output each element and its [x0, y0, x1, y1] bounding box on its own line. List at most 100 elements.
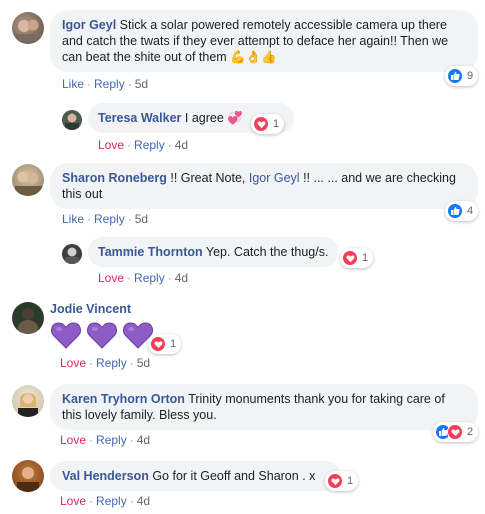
- timestamp[interactable]: 4d: [137, 433, 150, 447]
- comment-line: Igor Geyl Stick a solar powered remotely…: [62, 17, 466, 33]
- comment-bubble: Val Henderson Go for it Geoff and Sharon…: [50, 461, 341, 491]
- like-reaction-icon: [447, 203, 463, 219]
- timestamp[interactable]: 4d: [175, 138, 188, 152]
- separator: ·: [167, 271, 172, 285]
- comment-actions: Love · Reply · 4d: [60, 494, 150, 508]
- comment-text: Stick a solar powered remotely accessibl…: [119, 18, 447, 32]
- comment-actions: Love · Reply · 5d: [60, 356, 150, 370]
- avatar-val-henderson[interactable]: [12, 460, 44, 492]
- heart-reaction-icon: [253, 116, 269, 132]
- reactions-pill[interactable]: 9: [445, 66, 479, 86]
- reply-link[interactable]: Reply: [94, 212, 125, 226]
- comment-bubble: Tammie Thornton Yep. Catch the thug/s.: [88, 237, 339, 267]
- timestamp[interactable]: 5d: [137, 356, 150, 370]
- reactions-pill[interactable]: 1: [148, 334, 182, 354]
- emoji: 💞: [227, 111, 243, 125]
- love-link[interactable]: Love: [98, 271, 124, 285]
- avatar-teresa-walker[interactable]: [62, 110, 82, 130]
- purple-heart-icon: [86, 322, 118, 349]
- comment-actions: Like · Reply · 5d: [62, 77, 148, 91]
- separator: ·: [129, 494, 134, 508]
- avatar-image: [18, 308, 38, 334]
- heart-reaction-icon: [342, 250, 358, 266]
- separator: ·: [127, 138, 132, 152]
- separator: ·: [129, 433, 134, 447]
- heart-reaction-icon: [447, 424, 463, 440]
- like-link[interactable]: Like: [62, 77, 84, 91]
- author-name[interactable]: Karen Tryhorn Orton: [62, 392, 185, 406]
- reactions-pill[interactable]: 1: [251, 114, 285, 134]
- separator: ·: [89, 356, 94, 370]
- reactions-pill[interactable]: 1: [325, 471, 359, 491]
- reply-link[interactable]: Reply: [96, 433, 127, 447]
- love-link[interactable]: Love: [60, 494, 86, 508]
- comment-text: !! Great Note,: [170, 171, 249, 185]
- avatar-image: [65, 247, 79, 264]
- author-name[interactable]: Igor Geyl: [62, 18, 116, 32]
- separator: ·: [167, 138, 172, 152]
- avatar-sharon-roneberg[interactable]: [12, 164, 44, 196]
- reply-link[interactable]: Reply: [96, 356, 127, 370]
- sticker-purple-hearts: [50, 320, 154, 350]
- love-link[interactable]: Love: [60, 433, 86, 447]
- timestamp[interactable]: 5d: [135, 77, 148, 91]
- avatar-igor-geyl[interactable]: [12, 12, 44, 44]
- comment-line: can beat the shite out of them 💪👌👍: [62, 49, 466, 65]
- comment-line: Sharon Roneberg !! Great Note, Igor Geyl…: [62, 170, 466, 186]
- reaction-count: 2: [467, 426, 474, 438]
- reply-link[interactable]: Reply: [96, 494, 127, 508]
- avatar-karen-tryhorn-orton[interactable]: [12, 385, 44, 417]
- reaction-count: 4: [467, 205, 474, 217]
- reaction-count: 1: [170, 338, 177, 350]
- reply-link[interactable]: Reply: [94, 77, 125, 91]
- avatar-jodie-vincent[interactable]: [12, 302, 44, 334]
- author-name[interactable]: Teresa Walker: [98, 111, 181, 125]
- comment-text: and catch the twats if they ever attempt…: [62, 34, 449, 48]
- comment-text: I agree: [184, 111, 224, 125]
- separator: ·: [127, 77, 132, 91]
- heart-reaction-icon: [327, 473, 343, 489]
- comment-text: this out: [62, 187, 103, 201]
- purple-heart-icon: [50, 322, 82, 349]
- separator: ·: [87, 212, 92, 226]
- separator: ·: [89, 433, 94, 447]
- author-name[interactable]: Jodie Vincent: [50, 302, 131, 316]
- like-link[interactable]: Like: [62, 212, 84, 226]
- timestamp[interactable]: 4d: [175, 271, 188, 285]
- comment-actions: Love · Reply · 4d: [98, 271, 188, 285]
- separator: ·: [127, 271, 132, 285]
- reaction-count: 1: [362, 252, 369, 264]
- reactions-pill[interactable]: 1: [340, 248, 374, 268]
- avatar-image: [17, 467, 39, 492]
- comment-text: can beat the shite out of them: [62, 50, 227, 64]
- reactions-pill[interactable]: 2: [433, 422, 479, 442]
- comment-actions: Love · Reply · 4d: [60, 433, 150, 447]
- comment-text: Trinity monuments thank you for taking c…: [188, 392, 445, 406]
- reactions-pill[interactable]: 4: [445, 201, 479, 221]
- avatar-image: [65, 113, 79, 130]
- author-name[interactable]: Val Henderson: [62, 469, 149, 483]
- mention-link[interactable]: Igor Geyl: [249, 171, 300, 185]
- separator: ·: [87, 77, 92, 91]
- author-name[interactable]: Tammie Thornton: [98, 245, 203, 259]
- comment-actions: Love · Reply · 4d: [98, 138, 188, 152]
- reply-link[interactable]: Reply: [134, 138, 165, 152]
- emoji: 💪👌👍: [230, 50, 277, 64]
- comment-line: Karen Tryhorn Orton Trinity monuments th…: [62, 391, 466, 407]
- separator: ·: [127, 212, 132, 226]
- love-link[interactable]: Love: [98, 138, 124, 152]
- timestamp[interactable]: 4d: [137, 494, 150, 508]
- comment-actions: Like · Reply · 5d: [62, 212, 148, 226]
- avatar-tammie-thornton[interactable]: [62, 244, 82, 264]
- love-link[interactable]: Love: [60, 356, 86, 370]
- timestamp[interactable]: 5d: [135, 212, 148, 226]
- comment-text: this lovely family. Bless you.: [62, 408, 217, 422]
- heart-reaction-icon: [150, 336, 166, 352]
- author-name[interactable]: Sharon Roneberg: [62, 171, 167, 185]
- reply-link[interactable]: Reply: [134, 271, 165, 285]
- like-reaction-icon: [447, 68, 463, 84]
- comment-bubble: Igor Geyl Stick a solar powered remotely…: [50, 10, 478, 72]
- avatar-image: [16, 19, 42, 44]
- separator: ·: [89, 494, 94, 508]
- reaction-count: 1: [273, 118, 280, 130]
